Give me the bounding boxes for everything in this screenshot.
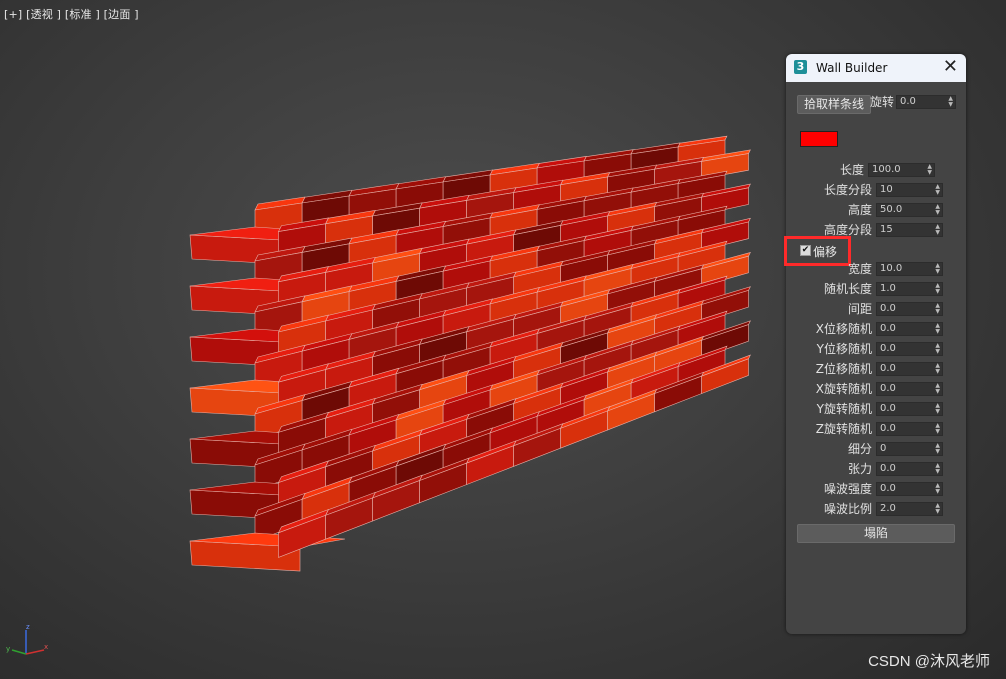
field-label: 高度 <box>847 203 872 217</box>
spinner-arrows-icon[interactable]: ▲ ▼ <box>935 363 940 375</box>
field-label: X位移随机 <box>815 322 872 336</box>
axis-z-label: z <box>26 623 30 631</box>
axis-gizmo-icon: z x y <box>6 623 48 655</box>
field-label: 长度 <box>839 163 864 177</box>
field-value: 0.0 <box>880 303 896 314</box>
field-spinner[interactable]: 0.0 ▲ ▼ <box>876 382 943 396</box>
app-3ds-icon: 3 <box>794 60 807 74</box>
field-spinner[interactable]: 15 ▲ ▼ <box>876 223 943 237</box>
brick-wall-scene[interactable] <box>0 0 780 620</box>
field-label: Z位移随机 <box>815 362 872 376</box>
watermark-text: CSDN @沐风老师 <box>868 653 990 670</box>
field-value: 100.0 <box>872 164 901 175</box>
field-value: 0.0 <box>880 463 896 474</box>
spinner-arrows-icon[interactable]: ▲ ▼ <box>935 403 940 415</box>
field-label: X旋转随机 <box>815 382 872 396</box>
spinner-arrows-icon[interactable]: ▲ ▼ <box>935 263 940 275</box>
field-spinner[interactable]: 0.0 ▲ ▼ <box>876 422 943 436</box>
spinner-arrows-icon[interactable]: ▲ ▼ <box>935 503 940 515</box>
spinner-arrows-icon[interactable]: ▲ ▼ <box>935 283 940 295</box>
field-label: Y旋转随机 <box>816 402 872 416</box>
field-value: 0.0 <box>880 343 896 354</box>
rotate-spinner[interactable]: 0.0 ▲ ▼ <box>896 95 956 109</box>
spinner-arrows-icon[interactable]: ▲ ▼ <box>935 483 940 495</box>
close-icon[interactable]: ✕ <box>943 58 958 76</box>
field-spinner[interactable]: 0.0 ▲ ▼ <box>876 362 943 376</box>
field-label: 噪波比例 <box>823 502 872 516</box>
field-value: 10 <box>880 184 893 195</box>
field-label: Y位移随机 <box>816 342 872 356</box>
axis-y-label: y <box>6 645 10 653</box>
field-value: 0.0 <box>880 383 896 394</box>
field-value: 0.0 <box>880 323 896 334</box>
spinner-arrows-icon[interactable]: ▲ ▼ <box>935 204 940 216</box>
field-spinner[interactable]: 0.0 ▲ ▼ <box>876 462 943 476</box>
field-spinner[interactable]: 10.0 ▲ ▼ <box>876 262 943 276</box>
spinner-arrows-icon[interactable]: ▲ ▼ <box>935 343 940 355</box>
field-spinner[interactable]: 0.0 ▲ ▼ <box>876 402 943 416</box>
field-label: 噪波强度 <box>823 482 872 496</box>
field-value: 0.0 <box>880 423 896 434</box>
field-label: 宽度 <box>847 262 872 276</box>
axis-x-label: x <box>44 643 48 651</box>
spinner-arrows-icon[interactable]: ▲ ▼ <box>935 184 940 196</box>
spinner-arrows-icon[interactable]: ▲ ▼ <box>935 224 940 236</box>
collapse-button[interactable]: 塌陷 <box>797 524 955 543</box>
field-value: 2.0 <box>880 503 896 514</box>
panel-titlebar[interactable]: 3 Wall Builder ✕ <box>786 54 966 82</box>
field-spinner[interactable]: 10 ▲ ▼ <box>876 183 943 197</box>
color-swatch[interactable] <box>800 131 838 147</box>
field-spinner[interactable]: 50.0 ▲ ▼ <box>876 203 943 217</box>
field-label: 细分 <box>847 442 872 456</box>
field-label: 间距 <box>847 302 872 316</box>
field-value: 0 <box>880 443 887 454</box>
field-value: 0.0 <box>880 363 896 374</box>
field-label: 张力 <box>847 462 872 476</box>
spinner-arrows-icon[interactable]: ▲ ▼ <box>935 383 940 395</box>
rotate-value: 0.0 <box>900 96 916 107</box>
offset-label[interactable]: 偏移 <box>813 243 837 260</box>
field-value: 0.0 <box>880 403 896 414</box>
field-value: 0.0 <box>880 483 896 494</box>
field-value: 50.0 <box>880 204 903 215</box>
panel-title: Wall Builder <box>816 61 888 75</box>
rotate-label: 旋转 <box>870 95 895 109</box>
offset-checkbox[interactable]: ✔ <box>800 245 811 256</box>
field-spinner[interactable]: 0.0 ▲ ▼ <box>876 302 943 316</box>
spinner-arrows-icon[interactable]: ▲ ▼ <box>935 443 940 455</box>
field-spinner[interactable]: 0.0 ▲ ▼ <box>876 342 943 356</box>
field-value: 1.0 <box>880 283 896 294</box>
spinner-arrows-icon[interactable]: ▲ ▼ <box>948 96 953 108</box>
field-spinner[interactable]: 0 ▲ ▼ <box>876 442 943 456</box>
spinner-arrows-icon[interactable]: ▲ ▼ <box>935 323 940 335</box>
spinner-arrows-icon[interactable]: ▲ ▼ <box>927 164 932 176</box>
field-value: 15 <box>880 224 893 235</box>
field-spinner[interactable]: 100.0 ▲ ▼ <box>868 163 935 177</box>
field-spinner[interactable]: 2.0 ▲ ▼ <box>876 502 943 516</box>
wall-builder-panel: 3 Wall Builder ✕ 拾取样条线 旋转 0.0 ▲ ▼ ✔ 偏移 塌陷… <box>784 54 966 634</box>
spinner-arrows-icon[interactable]: ▲ ▼ <box>935 463 940 475</box>
spinner-arrows-icon[interactable]: ▲ ▼ <box>935 423 940 435</box>
field-value: 10.0 <box>880 263 903 274</box>
field-label: 长度分段 <box>823 183 872 197</box>
spinner-arrows-icon[interactable]: ▲ ▼ <box>935 303 940 315</box>
field-spinner[interactable]: 1.0 ▲ ▼ <box>876 282 943 296</box>
pick-spline-button[interactable]: 拾取样条线 <box>797 95 871 114</box>
field-label: 随机长度 <box>823 282 872 296</box>
field-spinner[interactable]: 0.0 ▲ ▼ <box>876 482 943 496</box>
field-label: Z旋转随机 <box>815 422 872 436</box>
field-label: 高度分段 <box>823 223 872 237</box>
field-spinner[interactable]: 0.0 ▲ ▼ <box>876 322 943 336</box>
